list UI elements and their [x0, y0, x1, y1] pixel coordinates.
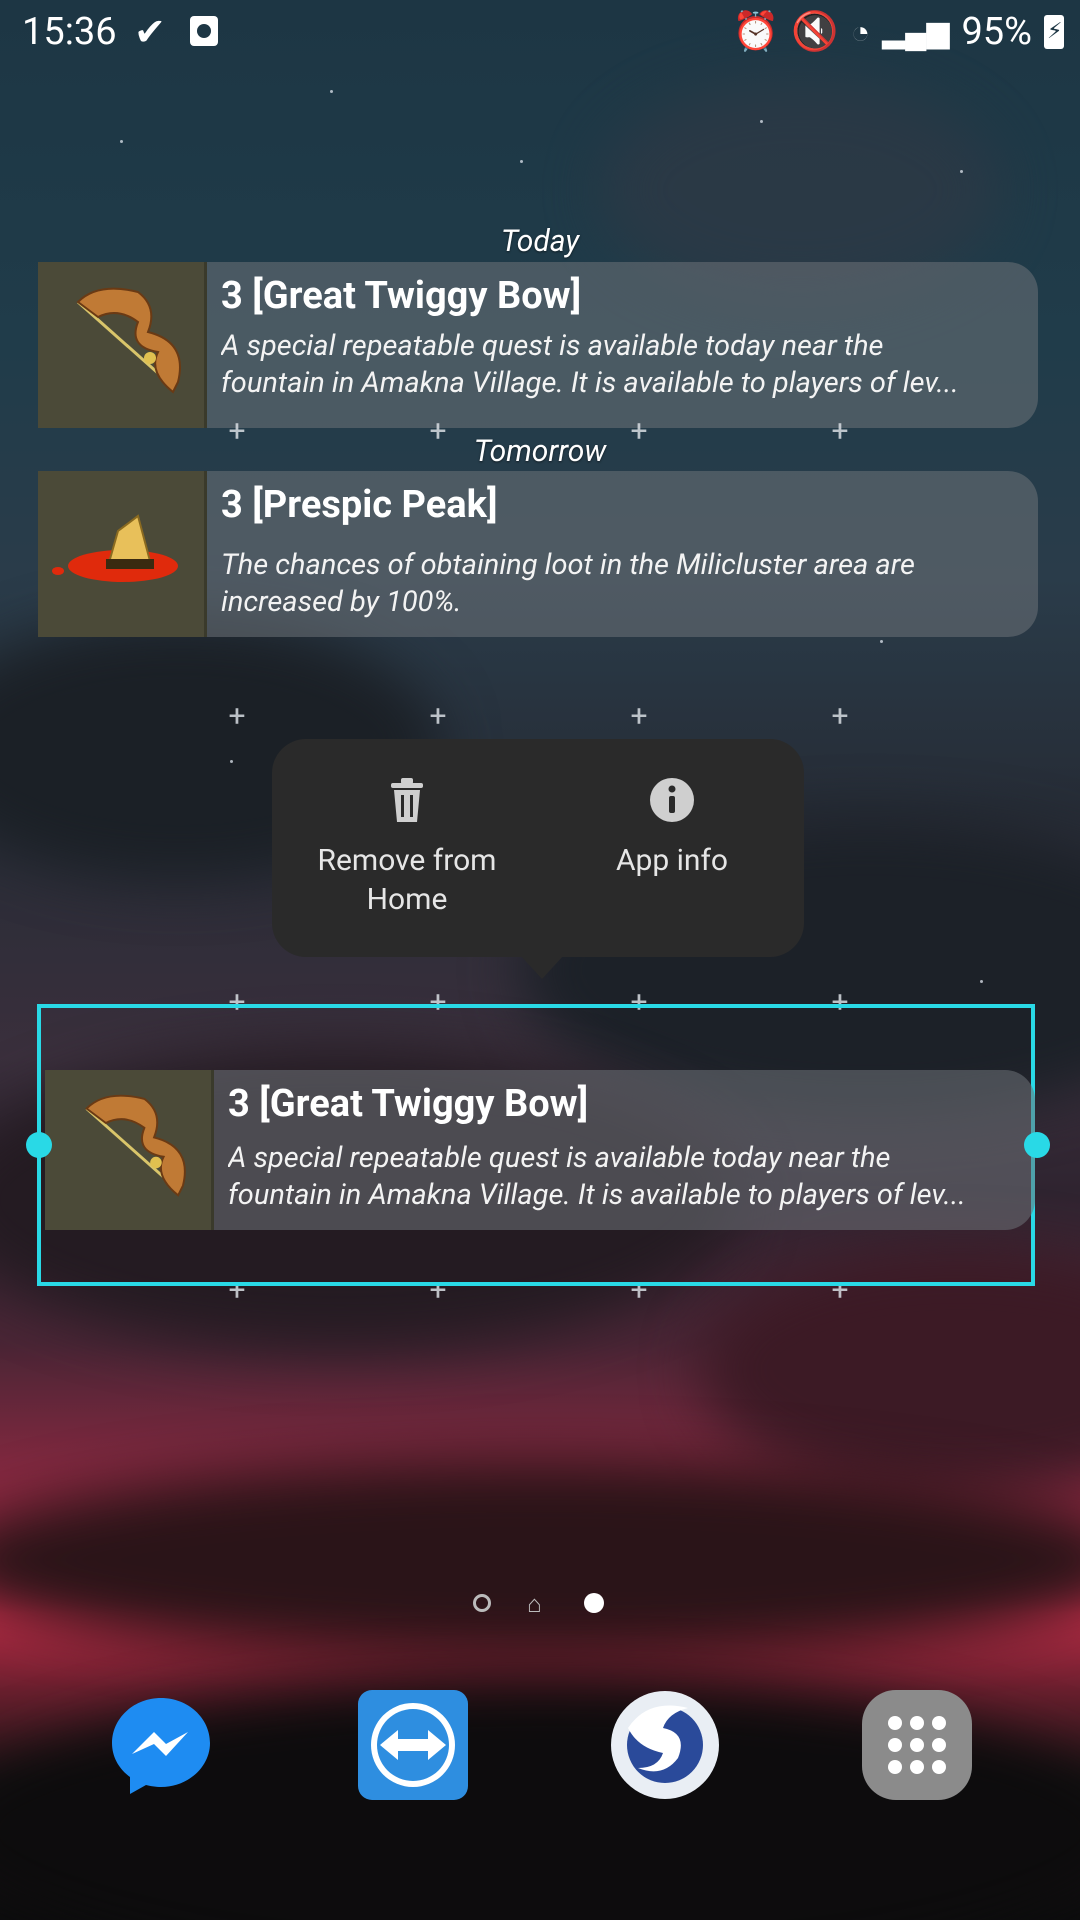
widget-title: 3 [Great Twiggy Bow] [221, 274, 582, 318]
page-indicator: ⌂ [0, 1590, 1080, 1620]
page-dot-active[interactable] [584, 1593, 604, 1613]
battery-charging-icon: ⚡ [1044, 15, 1064, 49]
resize-handle-left[interactable] [26, 1132, 52, 1158]
messenger-icon[interactable] [104, 1688, 218, 1802]
peak-thumbnail [38, 471, 207, 637]
grid-marker: + [228, 699, 246, 734]
trash-icon [292, 777, 522, 829]
widget-title: 3 [Great Twiggy Bow] [228, 1082, 589, 1126]
widget-description-line2: fountain in Amakna Village. It is availa… [228, 1178, 966, 1212]
app-info-button[interactable]: App info [562, 777, 782, 880]
grid-marker: + [429, 414, 447, 449]
grid-marker: + [831, 414, 849, 449]
home-page-icon[interactable]: ⌂ [527, 1590, 542, 1619]
tomorrow-label: Tomorrow [473, 434, 607, 469]
signal-icon: ▂▄▆ [882, 14, 950, 50]
widget-description-line1: The chances of obtaining loot in the Mil… [221, 548, 915, 582]
alarm-icon: ⏰ [732, 10, 780, 54]
grid-marker: + [429, 699, 447, 734]
bow-thumbnail [45, 1070, 214, 1230]
battery-percent: 95% [961, 10, 1032, 54]
screenshot-icon [190, 16, 218, 46]
app-drawer-icon[interactable] [860, 1688, 974, 1802]
grid-marker: + [630, 699, 648, 734]
remove-label-line1: Remove from [317, 843, 497, 878]
event-widget-today[interactable]: 3 [Great Twiggy Bow] A special repeatabl… [38, 262, 1038, 428]
status-time: 15:36 [22, 10, 117, 54]
remove-label-line2: Home [366, 882, 448, 917]
grid-marker: + [630, 414, 648, 449]
widget-selection-frame[interactable]: 3 [Great Twiggy Bow] A special repeatabl… [37, 1004, 1035, 1286]
grid-marker: + [228, 414, 246, 449]
today-label: Today [500, 224, 580, 259]
widget-context-menu: Remove from Home App info [272, 739, 804, 979]
widget-description-line1: A special repeatable quest is available … [228, 1141, 891, 1175]
resize-handle-right[interactable] [1024, 1132, 1050, 1158]
remove-from-home-button[interactable]: Remove from Home [292, 777, 522, 919]
wifi-icon: ◔ [850, 13, 871, 51]
app-info-label: App info [615, 843, 729, 878]
popup-pointer [520, 955, 564, 979]
widget-description-line2: fountain in Amakna Village. It is availa… [221, 366, 959, 400]
bow-thumbnail [38, 262, 207, 428]
event-widget-tomorrow[interactable]: 3 [Prespic Peak] The chances of obtainin… [38, 471, 1038, 637]
page-dot[interactable] [473, 1594, 491, 1612]
info-icon [562, 777, 782, 829]
widget-description-line2: increased by 100%. [221, 585, 462, 619]
grid-marker: + [831, 699, 849, 734]
widget-description-line1: A special repeatable quest is available … [221, 329, 884, 363]
selected-event-widget[interactable]: 3 [Great Twiggy Bow] A special repeatabl… [45, 1070, 1035, 1230]
mute-icon: 🔇 [791, 10, 839, 54]
waterfox-icon[interactable] [608, 1688, 722, 1802]
widget-title: 3 [Prespic Peak] [221, 483, 498, 527]
teamviewer-icon[interactable] [356, 1688, 470, 1802]
status-bar: 15:36 ✔ ⏰ 🔇 ◔ ▂▄▆ 95% ⚡ [0, 0, 1080, 64]
check-icon: ✔ [134, 11, 166, 55]
